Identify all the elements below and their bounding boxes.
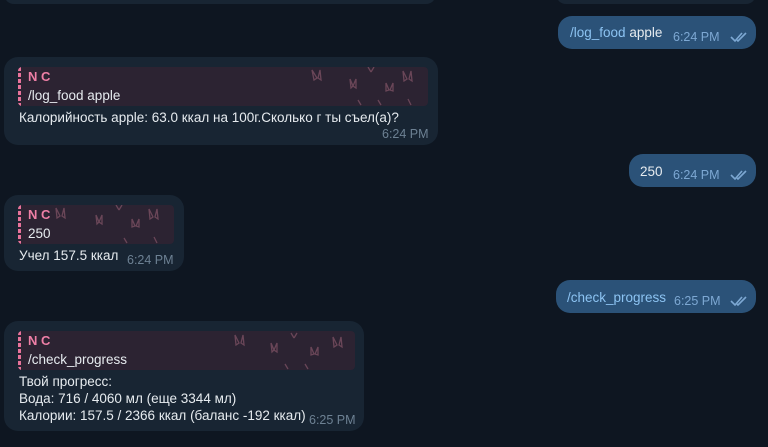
message-time: 6:25 PM — [674, 294, 721, 308]
partial-message-incoming[interactable] — [4, 0, 436, 4]
message-time: 6:24 PM — [382, 127, 429, 141]
cheers-glasses-icon — [55, 205, 159, 244]
progress-calories: Калории: 157.5 / 2366 ккал (баланс -192 … — [19, 408, 306, 423]
message-text-rest: apple — [625, 25, 663, 40]
message-incoming[interactable]: N C /check_progress Твой прогресс: Вода:… — [4, 321, 364, 431]
message-time: 6:24 PM — [673, 168, 720, 182]
double-check-icon — [730, 170, 747, 181]
reply-text: /log_food apple — [28, 88, 121, 103]
reply-preview[interactable]: N C 250 — [18, 205, 174, 244]
cheers-glasses-icon — [311, 67, 413, 106]
message-text: Учел 157.5 ккал — [19, 248, 119, 263]
double-check-icon — [730, 296, 747, 307]
reply-preview[interactable]: N C /check_progress — [18, 331, 355, 370]
reply-author: N C — [28, 69, 51, 84]
reply-text: /check_progress — [28, 352, 128, 367]
message-outgoing[interactable]: /log_food apple 6:24 PM — [558, 16, 756, 49]
message-outgoing[interactable]: 250 6:24 PM — [629, 154, 756, 187]
command-link[interactable]: /log_food — [570, 25, 626, 40]
message-outgoing[interactable]: /check_progress 6:25 PM — [556, 280, 756, 313]
message-time: 6:25 PM — [309, 413, 356, 427]
message-text: Калорийность apple: 63.0 ккал на 100г.Ск… — [19, 110, 399, 125]
reply-accent-bar — [18, 67, 21, 106]
chat-area: /log_food apple 6:24 PM N C /log_food ap… — [0, 0, 768, 447]
cheers-glasses-icon — [234, 332, 343, 370]
reply-preview[interactable]: N C /log_food apple — [18, 67, 428, 106]
message-incoming[interactable]: N C /log_food apple Калорийность apple: … — [4, 57, 438, 145]
message-text: /log_food apple — [570, 25, 662, 40]
message-incoming[interactable]: N C 250 Учел 157.5 ккал 6:24 PM — [4, 195, 184, 271]
message-text: 250 — [640, 164, 663, 179]
command-link[interactable]: /check_progress — [567, 290, 666, 305]
progress-title: Твой прогресс: — [19, 374, 112, 389]
reply-accent-bar — [18, 205, 21, 244]
progress-water: Вода: 716 / 4060 мл (еще 3344 мл) — [19, 391, 237, 406]
double-check-icon — [730, 32, 747, 43]
reply-accent-bar — [18, 331, 21, 370]
message-time: 6:24 PM — [127, 253, 174, 267]
reply-author: N C — [28, 333, 51, 348]
message-time: 6:24 PM — [673, 30, 720, 44]
partial-message-outgoing[interactable] — [556, 0, 756, 4]
